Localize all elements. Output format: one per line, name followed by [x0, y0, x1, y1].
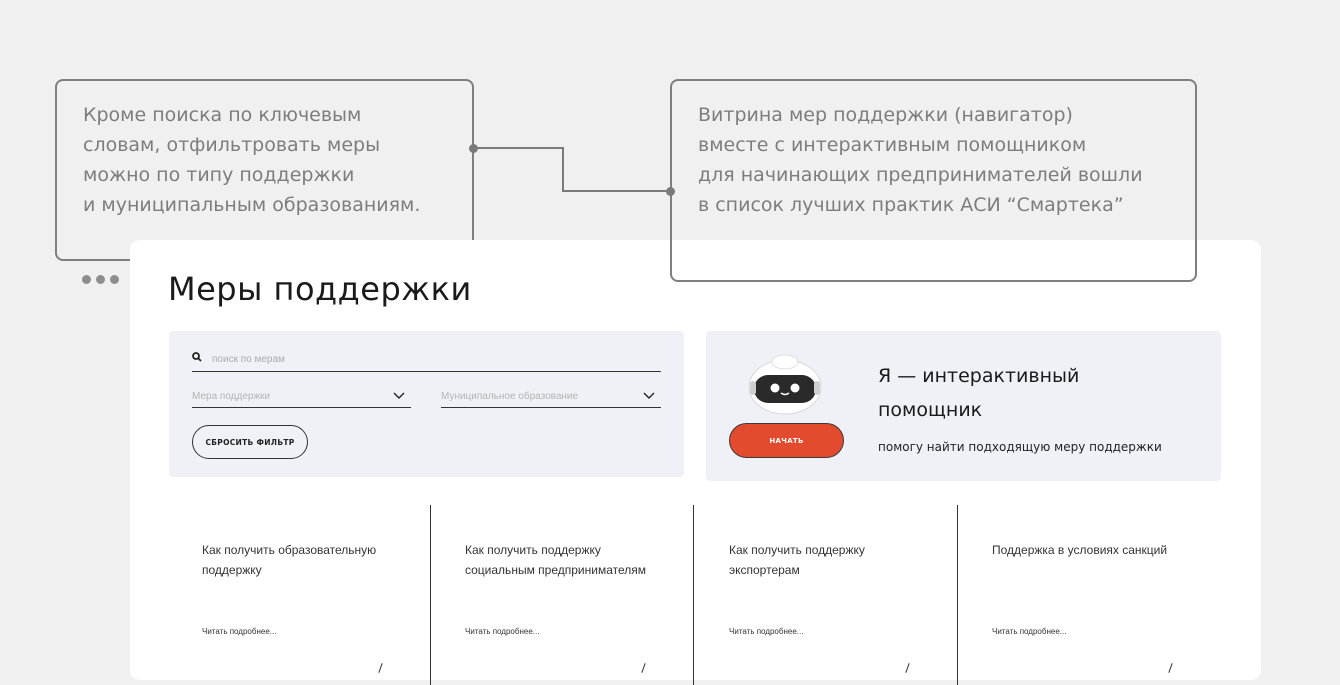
municipal-select[interactable]: Муниципальное образование: [441, 389, 661, 408]
connector-dot-left: [469, 144, 478, 153]
chevron-down-icon: [643, 392, 655, 399]
article-card[interactable]: Как получить поддержку социальным предпр…: [431, 505, 694, 685]
assistant-panel: НАЧАТЬ Я — интерактивный помощник помогу…: [706, 331, 1221, 481]
article-title: Как получить поддержку социальным предпр…: [465, 543, 646, 577]
callout-showcase-info: Витрина мер поддержки (навигатор) вместе…: [670, 79, 1197, 282]
municipal-select-label: Муниципальное образование: [441, 391, 579, 402]
page-title: Меры поддержки: [168, 270, 472, 308]
article-title: Поддержка в условиях санкций: [992, 543, 1168, 557]
search-field[interactable]: [192, 349, 661, 372]
assistant-title: Я — интерактивный помощник: [878, 365, 1080, 421]
arrow-icon: [641, 663, 646, 673]
start-assistant-button[interactable]: НАЧАТЬ: [729, 423, 844, 458]
arrow-icon: [1168, 663, 1173, 673]
article-title: Как получить поддержку экспортерам: [729, 543, 865, 577]
arrow-icon: [378, 663, 383, 673]
divider: [693, 505, 694, 685]
more-dots-icon: [82, 275, 119, 284]
articles-list: Как получить образовательную поддержку Ч…: [168, 505, 1261, 685]
article-title: Как получить образовательную поддержку: [202, 543, 377, 577]
chevron-down-icon: [393, 392, 405, 399]
assistant-subtitle: помогу найти подходящую меру поддержки: [878, 440, 1162, 454]
article-card[interactable]: Как получить поддержку экспортерам Читат…: [695, 505, 958, 685]
callout-filter-info: Кроме поиска по ключевым словам, отфильт…: [55, 79, 474, 261]
measure-select-label: Мера поддержки: [192, 391, 271, 402]
read-more-link[interactable]: Читать подробнее...: [729, 627, 803, 636]
filter-panel: Мера поддержки Муниципальное образование…: [169, 331, 684, 477]
read-more-link[interactable]: Читать подробнее...: [202, 627, 276, 636]
search-input[interactable]: [210, 349, 654, 369]
arrow-icon: [905, 663, 910, 673]
robot-icon: [748, 354, 822, 415]
connector-dot-right: [666, 187, 675, 196]
article-card[interactable]: Поддержка в условиях санкций Читать подр…: [958, 505, 1221, 685]
read-more-link[interactable]: Читать подробнее...: [992, 627, 1066, 636]
read-more-link[interactable]: Читать подробнее...: [465, 627, 539, 636]
search-icon: [192, 352, 202, 362]
reset-filter-button[interactable]: СБРОСИТЬ ФИЛЬТР: [192, 425, 308, 459]
article-card[interactable]: Как получить образовательную поддержку Ч…: [168, 505, 431, 685]
callout-filter-text: Кроме поиска по ключевым словам, отфильт…: [83, 104, 421, 216]
measure-select[interactable]: Мера поддержки: [192, 389, 411, 408]
callout-showcase-text: Витрина мер поддержки (навигатор) вместе…: [698, 104, 1143, 216]
support-measures-card: Меры поддержки Мера поддержки Муниципаль…: [130, 240, 1261, 685]
